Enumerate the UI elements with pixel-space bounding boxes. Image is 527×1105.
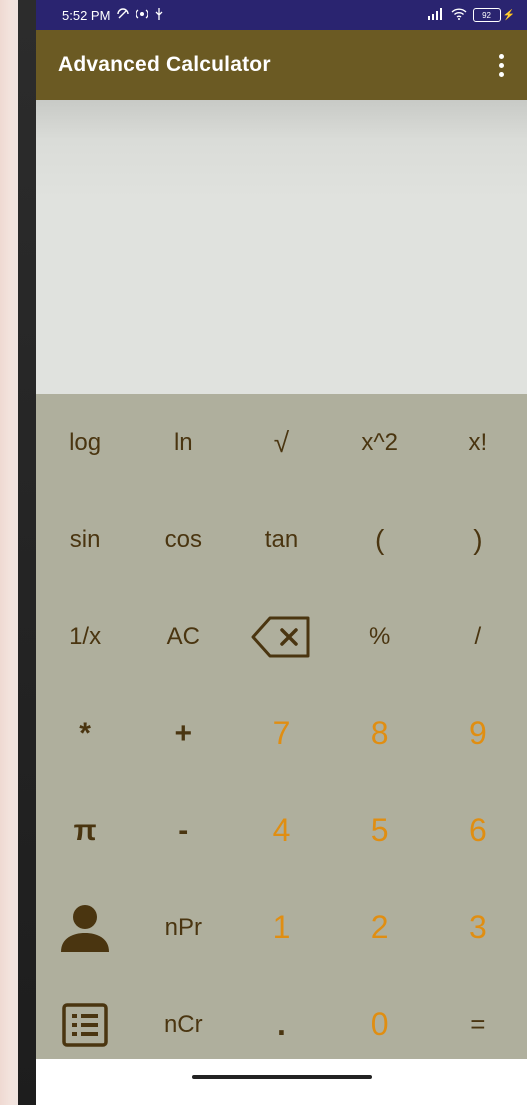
key-9[interactable]: 9 xyxy=(429,685,527,782)
key-open-paren[interactable]: ( xyxy=(331,491,429,588)
key-7[interactable]: 7 xyxy=(232,685,330,782)
key-square[interactable]: x^2 xyxy=(331,394,429,491)
key-multiply[interactable]: * xyxy=(36,685,134,782)
phone-screen: 5:52 PM 92 ⚡ Advanced Calculator log ln … xyxy=(36,0,527,1105)
key-percent[interactable]: % xyxy=(331,588,429,685)
person-icon[interactable] xyxy=(36,879,134,976)
key-6[interactable]: 6 xyxy=(429,782,527,879)
key-divide[interactable]: / xyxy=(429,588,527,685)
hotspot-icon xyxy=(135,7,149,24)
do-not-disturb-icon xyxy=(116,7,130,24)
key-2[interactable]: 2 xyxy=(331,879,429,976)
status-left: 5:52 PM xyxy=(62,7,164,24)
key-plus[interactable]: + xyxy=(134,685,232,782)
key-8[interactable]: 8 xyxy=(331,685,429,782)
home-gesture-bar[interactable] xyxy=(191,1075,372,1079)
more-vert-icon[interactable] xyxy=(491,53,511,77)
key-pi[interactable]: π xyxy=(36,782,134,879)
key-tan[interactable]: tan xyxy=(232,491,330,588)
wifi-icon xyxy=(451,7,467,23)
app-title: Advanced Calculator xyxy=(58,53,271,76)
key-all-clear[interactable]: AC xyxy=(134,588,232,685)
key-1[interactable]: 1 xyxy=(232,879,330,976)
status-time: 5:52 PM xyxy=(62,7,111,23)
navigation-bar xyxy=(36,1059,527,1105)
device-bezel xyxy=(18,0,36,1105)
battery-icon: 92 ⚡ xyxy=(472,8,515,22)
key-minus[interactable]: - xyxy=(134,782,232,879)
key-npr[interactable]: nPr xyxy=(134,879,232,976)
key-3[interactable]: 3 xyxy=(429,879,527,976)
key-ln[interactable]: ln xyxy=(134,394,232,491)
key-reciprocal[interactable]: 1/x xyxy=(36,588,134,685)
app-bar: Advanced Calculator xyxy=(36,30,527,100)
backspace-icon[interactable] xyxy=(232,588,330,685)
key-sin[interactable]: sin xyxy=(36,491,134,588)
key-5[interactable]: 5 xyxy=(331,782,429,879)
keypad: log ln √ x^2 x! sin cos tan ( ) 1/x AC %… xyxy=(36,394,527,1074)
key-cos[interactable]: cos xyxy=(134,491,232,588)
status-right: 92 ⚡ xyxy=(427,7,515,23)
key-factorial[interactable]: x! xyxy=(429,394,527,491)
calculator-display xyxy=(36,100,527,394)
status-bar: 5:52 PM 92 ⚡ xyxy=(36,0,527,30)
key-sqrt[interactable]: √ xyxy=(232,394,330,491)
key-log[interactable]: log xyxy=(36,394,134,491)
usb-icon xyxy=(154,7,164,24)
signal-icon xyxy=(427,7,445,23)
key-4[interactable]: 4 xyxy=(232,782,330,879)
key-close-paren[interactable]: ) xyxy=(429,491,527,588)
battery-level: 92 xyxy=(482,10,491,20)
